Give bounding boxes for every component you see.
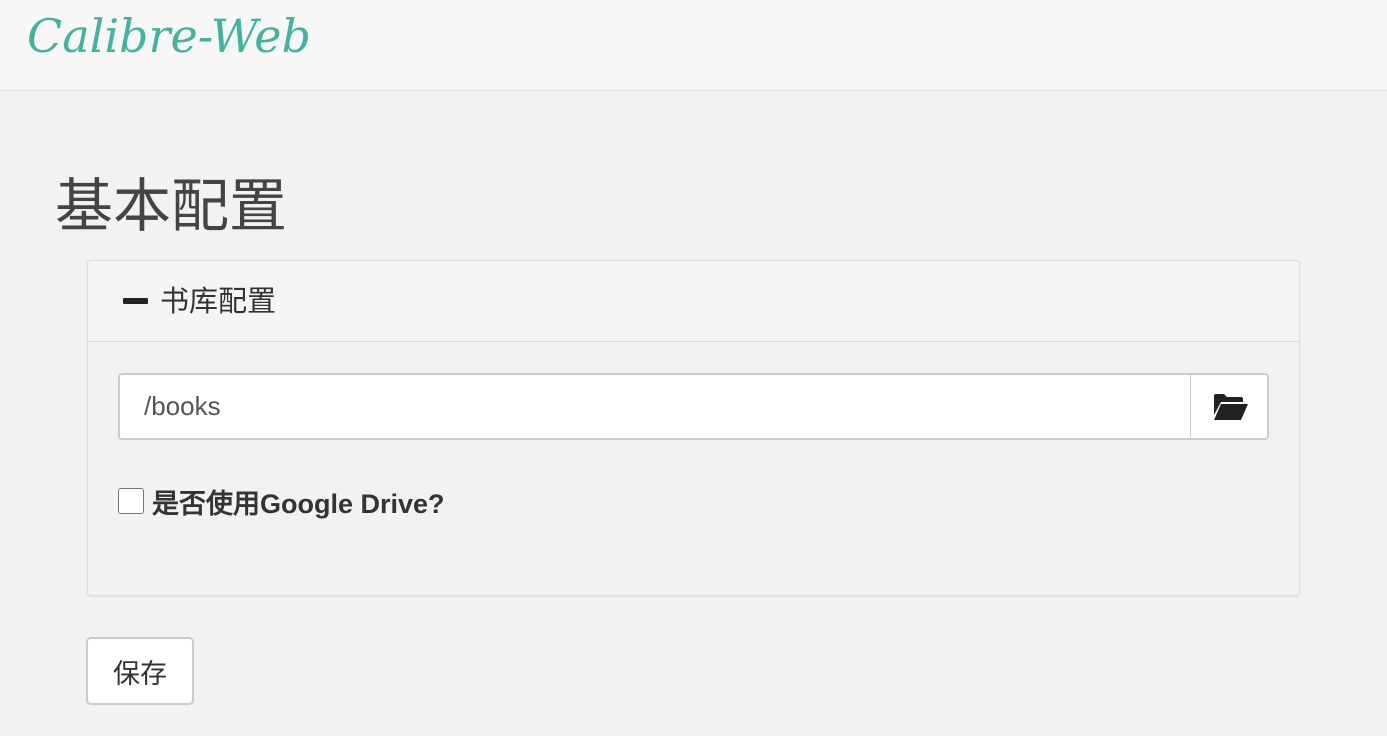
gdrive-label[interactable]: 是否使用Google Drive? <box>152 487 445 521</box>
library-path-input[interactable] <box>118 373 1191 440</box>
navbar: Calibre-Web <box>0 0 1387 91</box>
gdrive-checkbox[interactable] <box>118 488 144 514</box>
folder-open-icon <box>1214 394 1248 420</box>
library-config-panel: 书库配置 是否使用Google Drive? <box>87 260 1300 596</box>
save-button[interactable]: 保存 <box>86 637 194 705</box>
page-title: 基本配置 <box>55 172 288 240</box>
library-path-group <box>118 373 1269 440</box>
panel-title: 书库配置 <box>160 284 277 318</box>
brand-logo-link[interactable]: Calibre-Web <box>27 2 311 70</box>
library-config-panel-toggle[interactable]: 书库配置 <box>88 261 1299 342</box>
browse-folder-button[interactable] <box>1190 373 1269 440</box>
minus-icon <box>123 298 148 304</box>
